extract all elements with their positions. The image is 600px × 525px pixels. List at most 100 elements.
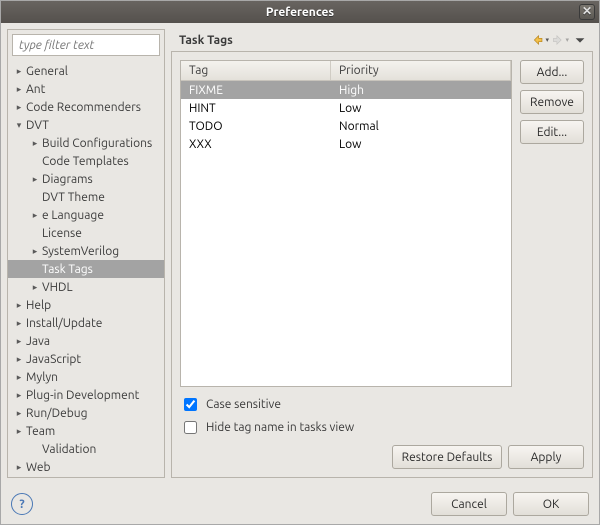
ok-button[interactable]: OK [513,492,589,516]
tree-item-label: Web [26,461,160,474]
table-area: Tag Priority FIXMEHighHINTLowTODONormalX… [180,60,584,387]
tree-item[interactable]: Code Templates [8,152,164,170]
expand-icon[interactable]: ▸ [12,388,26,402]
tree-item-label: General [26,65,160,78]
tree-item-label: SystemVerilog [42,245,160,258]
apply-button[interactable]: Apply [508,445,584,469]
table-row[interactable]: TODONormal [181,117,511,135]
cell-tag: TODO [181,119,331,134]
tree-item[interactable]: ▾DVT [8,116,164,134]
tree-item[interactable]: ▸Mylyn [8,368,164,386]
tree-item[interactable]: ▸Help [8,296,164,314]
expand-icon[interactable]: ▸ [28,244,42,258]
tree-item[interactable]: ▸Run/Debug [8,404,164,422]
cell-tag: HINT [181,101,331,116]
filter-box[interactable] [12,34,160,56]
tree-item-label: Help [26,299,160,312]
filter-input[interactable] [17,36,172,54]
column-header-tag[interactable]: Tag [181,61,331,80]
tree-item-label: DVT Theme [42,191,160,204]
tree-spacer [28,226,42,240]
close-icon[interactable]: ✕ [579,4,595,20]
table-body: FIXMEHighHINTLowTODONormalXXXLow [181,81,511,386]
tree-item[interactable]: ▸XML [8,476,164,477]
help-icon[interactable]: ? [11,493,33,515]
task-tags-table[interactable]: Tag Priority FIXMEHighHINTLowTODONormalX… [180,60,512,387]
cancel-button[interactable]: Cancel [431,492,507,516]
table-row[interactable]: XXXLow [181,135,511,153]
tree-item[interactable]: License [8,224,164,242]
tree-item[interactable]: ▸Code Recommenders [8,98,164,116]
tree-item[interactable]: ▸SystemVerilog [8,242,164,260]
cell-tag: FIXME [181,83,331,98]
restore-defaults-button[interactable]: Restore Defaults [392,445,502,469]
table-row[interactable]: FIXMEHigh [181,81,511,99]
column-header-priority[interactable]: Priority [331,61,511,80]
hide-tag-option[interactable]: Hide tag name in tasks view [180,418,584,437]
tree-item-label: Task Tags [42,263,160,276]
tree-item-label: Install/Update [26,317,160,330]
tree-item[interactable]: Validation [8,440,164,458]
expand-icon[interactable]: ▸ [12,82,26,96]
expand-icon[interactable]: ▸ [28,280,42,294]
expand-icon[interactable]: ▸ [28,208,42,222]
expand-icon[interactable]: ▸ [28,172,42,186]
page-content: Tag Priority FIXMEHighHINTLowTODONormalX… [171,51,593,478]
expand-icon[interactable]: ▸ [12,298,26,312]
cell-tag: XXX [181,137,331,152]
tree-item-label: Ant [26,83,160,96]
forward-icon[interactable]: ▾ [551,32,569,48]
tree-item-label: VHDL [42,281,160,294]
view-menu-icon[interactable] [571,32,589,48]
tree-item[interactable]: ▸Install/Update [8,314,164,332]
edit-button[interactable]: Edit... [520,120,584,144]
category-tree[interactable]: ▸General▸Ant▸Code Recommenders▾DVT▸Build… [8,60,164,477]
tree-item[interactable]: ▸VHDL [8,278,164,296]
dialog-body: ▸General▸Ant▸Code Recommenders▾DVT▸Build… [1,23,599,484]
tree-item-label: License [42,227,160,240]
collapse-icon[interactable]: ▾ [12,118,26,132]
expand-icon[interactable]: ▸ [12,334,26,348]
expand-icon[interactable]: ▸ [12,460,26,474]
expand-icon[interactable]: ▸ [12,316,26,330]
expand-icon[interactable]: ▸ [12,370,26,384]
remove-button[interactable]: Remove [520,90,584,114]
tree-item[interactable]: ▸Build Configurations [8,134,164,152]
cell-priority: Low [331,101,511,116]
tree-item[interactable]: ▸JavaScript [8,350,164,368]
case-sensitive-label: Case sensitive [206,398,281,411]
category-sidebar: ▸General▸Ant▸Code Recommenders▾DVT▸Build… [7,29,165,478]
dialog-footer: ? Cancel OK [1,484,599,524]
tree-item[interactable]: ▸Ant [8,80,164,98]
tree-item[interactable]: Task Tags [8,260,164,278]
tree-item-label: Mylyn [26,371,160,384]
tree-item[interactable]: ▸e Language [8,206,164,224]
expand-icon[interactable]: ▸ [12,424,26,438]
tree-item[interactable]: DVT Theme [8,188,164,206]
expand-icon[interactable]: ▸ [12,406,26,420]
case-sensitive-option[interactable]: Case sensitive [180,395,584,414]
tree-item[interactable]: ▸Java [8,332,164,350]
hide-tag-label: Hide tag name in tasks view [206,421,354,434]
expand-icon[interactable]: ▸ [28,136,42,150]
tree-spacer [28,262,42,276]
add-button[interactable]: Add... [520,60,584,84]
hide-tag-checkbox[interactable] [184,421,197,434]
tree-spacer [28,154,42,168]
back-icon[interactable]: ▾ [531,32,549,48]
tree-item-label: JavaScript [26,353,160,366]
tree-item[interactable]: ▸Diagrams [8,170,164,188]
tree-item[interactable]: ▸Team [8,422,164,440]
table-header: Tag Priority [181,61,511,81]
expand-icon[interactable]: ▸ [12,64,26,78]
tree-item[interactable]: ▸General [8,62,164,80]
expand-icon[interactable]: ▸ [12,352,26,366]
tree-item[interactable]: ▸Web [8,458,164,476]
table-row[interactable]: HINTLow [181,99,511,117]
tree-item[interactable]: ▸Plug-in Development [8,386,164,404]
tree-item-label: Validation [42,443,160,456]
case-sensitive-checkbox[interactable] [184,398,197,411]
tree-item-label: Diagrams [42,173,160,186]
expand-icon[interactable]: ▸ [12,100,26,114]
tree-item-label: Code Recommenders [26,101,160,114]
